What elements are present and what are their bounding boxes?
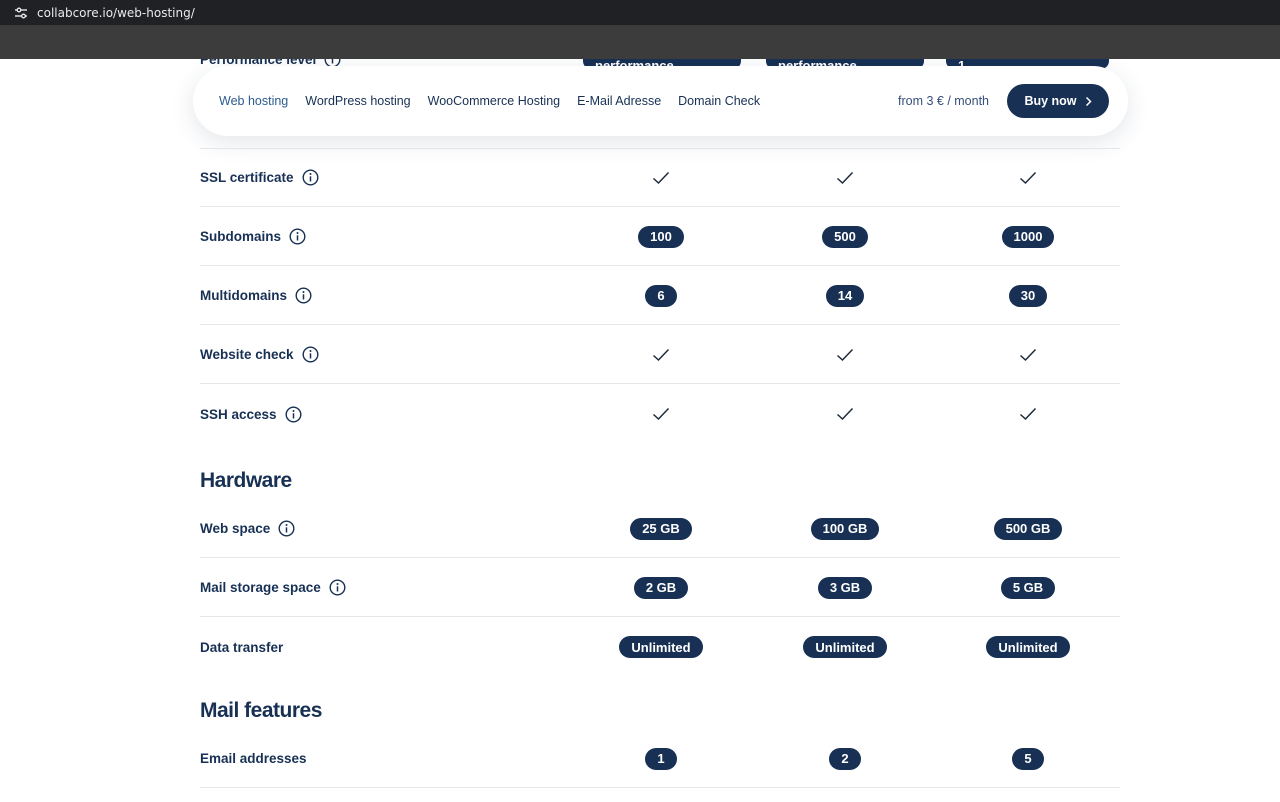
- value-badge: 100 GB: [810, 517, 880, 540]
- value-badge: 14: [825, 284, 865, 307]
- chevron-right-icon: [1085, 96, 1092, 106]
- feature-row-website-check: Website check: [200, 326, 1120, 384]
- feature-row-mail-storage: Mail storage space 2 GB 3 GB 5 GB: [200, 559, 1120, 617]
- feature-label: Web space: [200, 500, 295, 557]
- value-badge: 2: [829, 747, 861, 770]
- value-badge: 1: [645, 747, 677, 770]
- info-icon[interactable]: [285, 405, 302, 423]
- nav-link-domain-check[interactable]: Domain Check: [678, 94, 760, 108]
- url-text[interactable]: collabcore.io/web-hosting/: [37, 6, 195, 20]
- checkmark-icon: [836, 171, 854, 185]
- checkmark-icon: [652, 407, 670, 421]
- feature-row-ssl: SSL certificate: [200, 149, 1120, 207]
- checkmark-icon: [652, 348, 670, 362]
- feature-label-text: SSH access: [200, 406, 277, 422]
- feature-label: Website check: [200, 326, 319, 383]
- checkmark-icon: [1019, 407, 1037, 421]
- feature-label: Data transfer: [200, 618, 283, 676]
- info-icon[interactable]: [295, 287, 312, 304]
- nav-link-email-address[interactable]: E-Mail Adresse: [577, 94, 661, 108]
- nav-link-wordpress-hosting[interactable]: WordPress hosting: [305, 94, 410, 108]
- feature-label: SSH access: [200, 385, 302, 443]
- nav-link-web-hosting[interactable]: Web hosting: [219, 94, 288, 108]
- section-title-hardware: Hardware: [200, 469, 292, 492]
- info-icon[interactable]: [329, 579, 346, 596]
- info-icon[interactable]: [278, 520, 295, 537]
- feature-label: Multidomains: [200, 267, 312, 324]
- value-badge: 2 GB: [633, 576, 689, 599]
- checkmark-icon: [1019, 171, 1037, 185]
- feature-label-text: Website check: [200, 347, 294, 362]
- value-badge: 100: [638, 225, 684, 248]
- buy-now-button[interactable]: Buy now: [1007, 84, 1109, 118]
- value-badge: Unlimited: [986, 636, 1070, 658]
- feature-row-ssh: SSH access: [200, 385, 1120, 443]
- feature-row-data-transfer: Data transfer Unlimited Unlimited Unlimi…: [200, 618, 1120, 676]
- checkmark-icon: [652, 171, 670, 185]
- value-badge: 30: [1008, 284, 1048, 307]
- value-badge: Unlimited: [619, 636, 703, 658]
- feature-label: Mail storage space: [200, 559, 346, 616]
- page-content: Performance level Standard performance S…: [0, 59, 1280, 802]
- value-badge: 3 GB: [817, 576, 873, 599]
- feature-label: Subdomains: [200, 208, 306, 265]
- feature-label-text: Web space: [200, 521, 271, 536]
- nav-link-woocommerce-hosting[interactable]: WooCommerce Hosting: [428, 94, 560, 108]
- buy-now-label: Buy now: [1024, 94, 1077, 108]
- browser-toolbar-strip: [0, 25, 1280, 59]
- feature-row-multidomains: Multidomains 6 14 30: [200, 267, 1120, 325]
- value-badge: 5: [1012, 747, 1044, 770]
- site-settings-icon[interactable]: [14, 6, 28, 20]
- feature-label-text: Mail storage space: [200, 580, 321, 595]
- value-badge: Unlimited: [803, 636, 887, 658]
- feature-label-text: Multidomains: [200, 288, 287, 303]
- info-icon[interactable]: [302, 169, 319, 186]
- feature-label-text: SSL certificate: [200, 170, 294, 185]
- feature-row-email-addresses: Email addresses 1 2 5: [200, 730, 1120, 788]
- feature-label: SSL certificate: [200, 149, 319, 206]
- price-note: from 3 € / month: [898, 94, 990, 108]
- info-icon[interactable]: [289, 228, 306, 245]
- value-badge: 1000: [1001, 225, 1055, 248]
- value-badge: 5 GB: [1000, 576, 1056, 599]
- feature-label: Email addresses: [200, 730, 307, 787]
- checkmark-icon: [836, 348, 854, 362]
- browser-address-bar: collabcore.io/web-hosting/: [0, 0, 1280, 25]
- value-badge: 6: [645, 284, 677, 307]
- feature-label-text: Data transfer: [200, 639, 284, 655]
- feature-row-web-space: Web space 25 GB 100 GB 500 GB: [200, 500, 1120, 558]
- value-badge: 500: [822, 225, 868, 248]
- sticky-product-nav: Web hosting WordPress hosting WooCommerc…: [193, 66, 1128, 136]
- feature-label-text: Email addresses: [200, 751, 307, 766]
- feature-label-text: Subdomains: [200, 229, 282, 244]
- value-badge: 500 GB: [993, 517, 1063, 540]
- info-icon[interactable]: [302, 346, 319, 363]
- section-title-mail-features: Mail features: [200, 699, 322, 722]
- feature-row-subdomains: Subdomains 100 500 1000: [200, 208, 1120, 266]
- value-badge: 25 GB: [630, 517, 692, 540]
- checkmark-icon: [1019, 348, 1037, 362]
- checkmark-icon: [836, 407, 854, 421]
